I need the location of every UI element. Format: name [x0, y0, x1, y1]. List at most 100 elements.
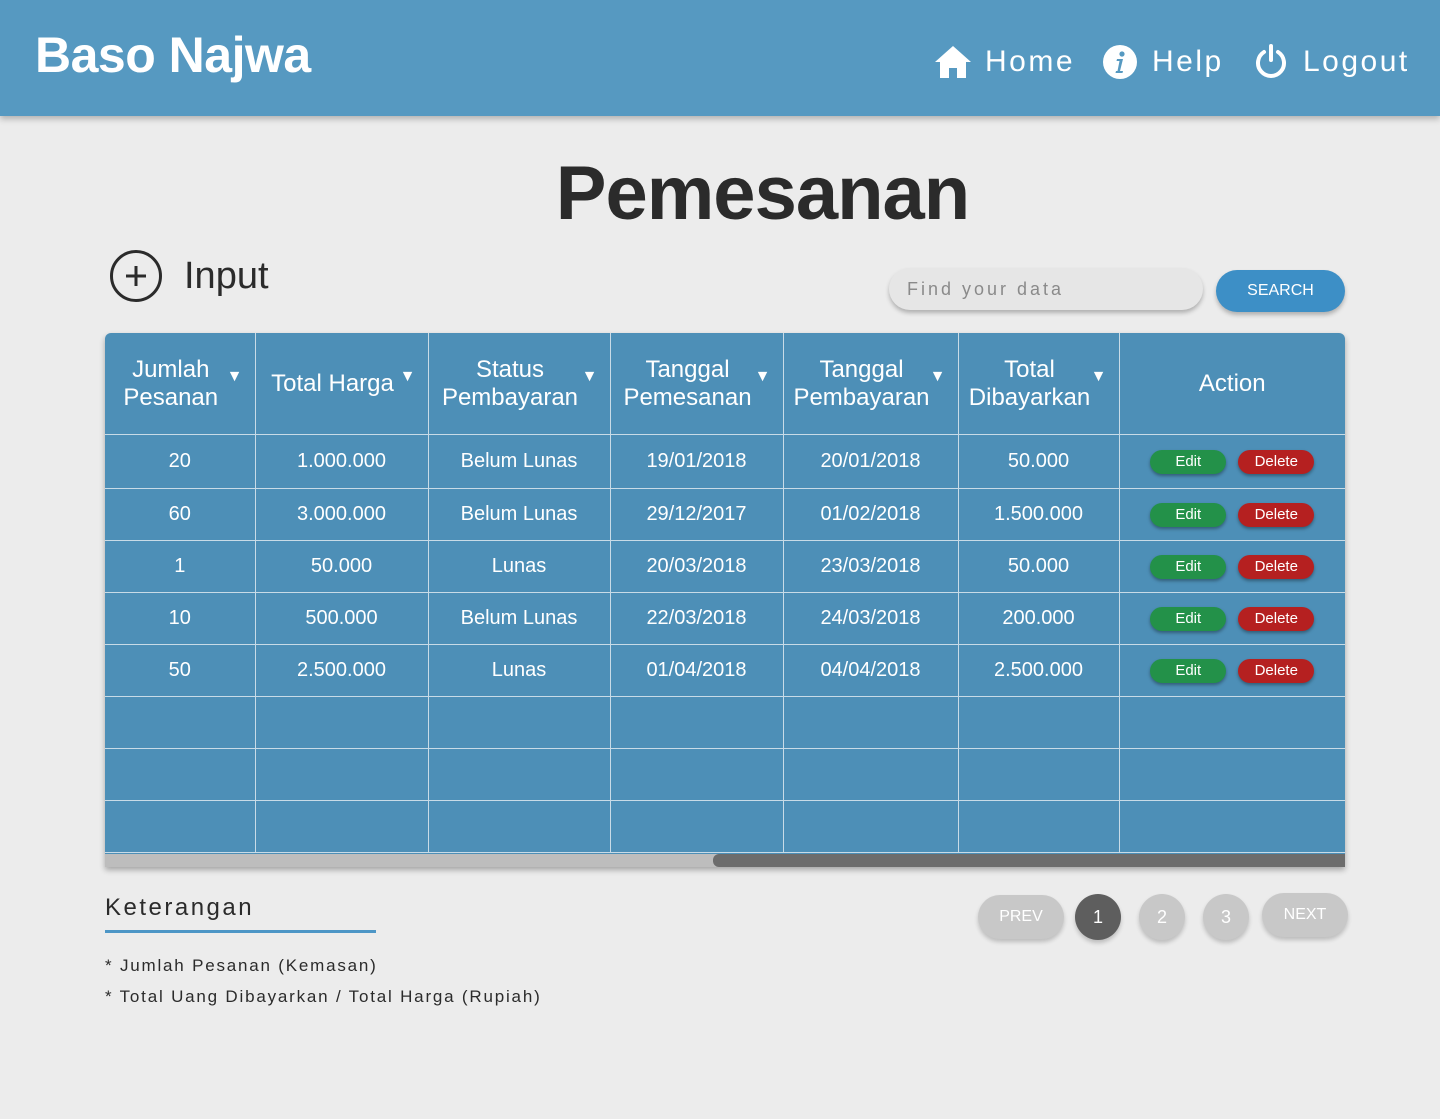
delete-button[interactable]: Delete: [1238, 607, 1315, 631]
table-cell: 20: [105, 434, 256, 489]
table-cell: [427, 696, 611, 749]
sort-down-icon[interactable]: ▼: [227, 363, 243, 391]
table-cell: 50.000: [957, 434, 1120, 489]
page-button-2[interactable]: 2: [1139, 894, 1185, 940]
table-cell: [105, 800, 256, 853]
table-cell: 60: [105, 488, 256, 541]
page-button-3[interactable]: 3: [1203, 894, 1249, 940]
table-cell: 29/12/2017: [609, 488, 784, 541]
table-cell: [254, 748, 429, 801]
table-cell: [782, 748, 959, 801]
action-cell: Edit Delete: [1118, 434, 1345, 489]
column-header-label: Tanggal Pemesanan: [623, 355, 752, 411]
column-header-label: Tanggal Pembayaran: [793, 355, 930, 411]
nav-help-label: Help: [1152, 45, 1224, 78]
table-cell: 1.000.000: [254, 434, 429, 489]
sort-down-icon[interactable]: ▼: [930, 363, 946, 391]
column-header[interactable]: Total Harga ▼: [254, 333, 429, 435]
nav-home[interactable]: Home: [933, 40, 1075, 84]
next-button[interactable]: NEXT: [1262, 893, 1348, 937]
table-cell: [609, 696, 784, 749]
table-cell: [957, 748, 1120, 801]
column-header[interactable]: Status Pembayaran ▼: [427, 333, 611, 435]
sort-down-icon[interactable]: ▼: [1091, 363, 1107, 391]
table-cell: 01/02/2018: [782, 488, 959, 541]
column-header-label: Jumlah Pesanan: [123, 355, 219, 411]
action-cell: Edit Delete: [1118, 592, 1345, 645]
delete-button[interactable]: Delete: [1238, 503, 1315, 527]
table-cell: 1.500.000: [957, 488, 1120, 541]
action-cell: [1118, 696, 1345, 749]
plus-circle-icon: [110, 250, 162, 302]
power-icon: [1251, 42, 1291, 82]
column-header[interactable]: Tanggal Pemesanan ▼: [609, 333, 784, 435]
edit-button[interactable]: Edit: [1150, 607, 1227, 631]
edit-button[interactable]: Edit: [1150, 450, 1227, 474]
table-cell: [957, 800, 1120, 853]
table-cell: 10: [105, 592, 256, 645]
column-header[interactable]: Tanggal Pembayaran ▼: [782, 333, 959, 435]
table-cell: [254, 696, 429, 749]
column-header[interactable]: Jumlah Pesanan ▼: [105, 333, 256, 435]
column-header[interactable]: Total Dibayarkan ▼: [957, 333, 1120, 435]
table-cell: 200.000: [957, 592, 1120, 645]
page-button-1[interactable]: 1: [1075, 894, 1121, 940]
table-cell: 1: [105, 540, 256, 593]
table-row: 1 50.000 Lunas 20/03/2018 23/03/2018 50.000 Ed…: [105, 540, 1345, 593]
action-cell: [1118, 748, 1345, 801]
column-header-label: Total Harga: [271, 369, 394, 397]
scrollbar-thumb[interactable]: [713, 854, 1345, 867]
action-cell: Edit Delete: [1118, 540, 1345, 593]
nav-logout[interactable]: Logout: [1251, 40, 1410, 84]
table-row: [105, 748, 1345, 801]
table-cell: 23/03/2018: [782, 540, 959, 593]
edit-button[interactable]: Edit: [1150, 659, 1227, 683]
action-cell: Edit Delete: [1118, 644, 1345, 697]
prev-button[interactable]: PREV: [978, 895, 1064, 939]
page-title: Pemesanan: [555, 151, 970, 236]
table-cell: Lunas: [427, 644, 611, 697]
table-cell: [105, 696, 256, 749]
table-cell: 22/03/2018: [609, 592, 784, 645]
table-cell: [105, 748, 256, 801]
table-cell: 19/01/2018: [609, 434, 784, 489]
delete-button[interactable]: Delete: [1238, 659, 1315, 683]
table-cell: 2.500.000: [957, 644, 1120, 697]
sort-down-icon[interactable]: ▼: [400, 363, 416, 391]
sort-down-icon[interactable]: ▼: [755, 363, 771, 391]
home-icon: [933, 42, 973, 82]
table-row: 60 3.000.000 Belum Lunas 29/12/2017 01/02/20…: [105, 488, 1345, 541]
table-cell: [609, 800, 784, 853]
table-cell: 3.000.000: [254, 488, 429, 541]
column-header-label: Total Dibayarkan: [968, 355, 1091, 411]
table-cell: 20/01/2018: [782, 434, 959, 489]
delete-button[interactable]: Delete: [1238, 555, 1315, 579]
table-cell: 24/03/2018: [782, 592, 959, 645]
keterangan-note: * Total Uang Dibayarkan / Total Harga (R…: [105, 987, 542, 1006]
table-cell: [427, 748, 611, 801]
nav-logout-label: Logout: [1303, 45, 1410, 78]
table-cell: [427, 800, 611, 853]
search-input[interactable]: [889, 268, 1203, 310]
delete-button[interactable]: Delete: [1238, 450, 1315, 474]
brand-logo[interactable]: Baso Najwa: [35, 26, 311, 84]
table-cell: 20/03/2018: [609, 540, 784, 593]
orders-table: Jumlah Pesanan ▼ Total Harga ▼ Status Pembayar…: [105, 333, 1345, 867]
table-cell: 50.000: [957, 540, 1120, 593]
action-cell: [1118, 800, 1345, 853]
nav-help[interactable]: Help: [1100, 40, 1224, 84]
keterangan-note: * Jumlah Pesanan (Kemasan): [105, 956, 378, 975]
search-button[interactable]: SEARCH: [1216, 270, 1345, 312]
table-cell: Belum Lunas: [427, 488, 611, 541]
edit-button[interactable]: Edit: [1150, 555, 1227, 579]
table-cell: 50.000: [254, 540, 429, 593]
edit-button[interactable]: Edit: [1150, 503, 1227, 527]
sort-down-icon[interactable]: ▼: [582, 363, 598, 391]
table-cell: [957, 696, 1120, 749]
action-cell: Edit Delete: [1118, 488, 1345, 541]
input-button-label: Input: [184, 254, 269, 297]
input-button[interactable]: Input: [110, 250, 269, 302]
table-cell: 04/04/2018: [782, 644, 959, 697]
table-row: 10 500.000 Belum Lunas 22/03/2018 24/03/2018…: [105, 592, 1345, 645]
keterangan-underline: [105, 930, 376, 933]
